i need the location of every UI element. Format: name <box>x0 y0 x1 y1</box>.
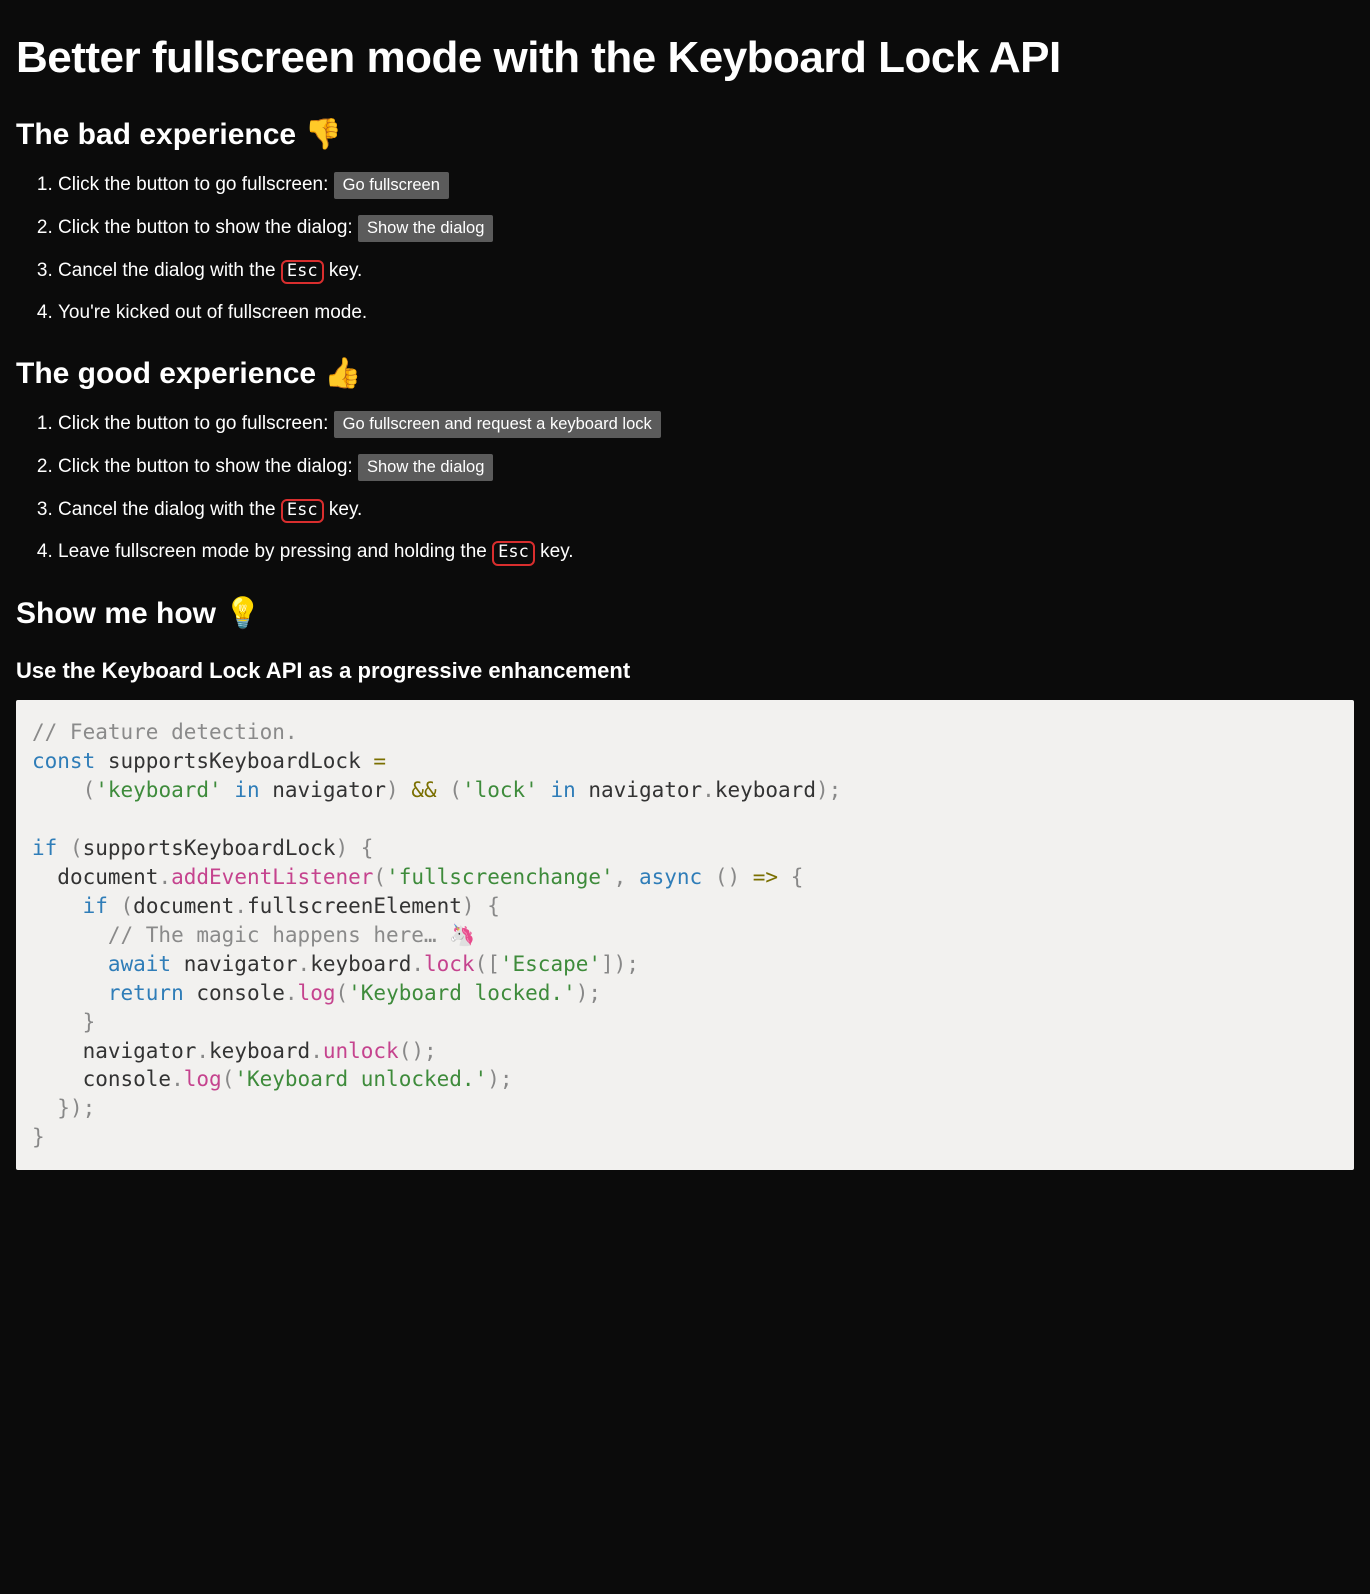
bad-experience-heading: The bad experience 👎 <box>16 115 1354 156</box>
bad-experience-steps: Click the button to go fullscreen: Go fu… <box>16 172 1354 326</box>
list-item: Click the button to go fullscreen: Go fu… <box>58 172 1354 199</box>
list-item: Click the button to go fullscreen: Go fu… <box>58 411 1354 438</box>
step-text: key. <box>324 499 363 520</box>
go-fullscreen-button[interactable]: Go fullscreen <box>334 172 449 199</box>
code-sample: // Feature detection. const supportsKeyb… <box>16 700 1354 1171</box>
list-item: You're kicked out of fullscreen mode. <box>58 300 1354 326</box>
show-dialog-button[interactable]: Show the dialog <box>358 215 493 242</box>
step-text: Click the button to go fullscreen: <box>58 174 334 195</box>
step-text: Click the button to show the dialog: <box>58 456 358 477</box>
show-me-how-heading: Show me how 💡 <box>16 594 1354 635</box>
page-title: Better fullscreen mode with the Keyboard… <box>16 28 1354 87</box>
progressive-enhancement-subheading: Use the Keyboard Lock API as a progressi… <box>16 656 1354 686</box>
list-item: Cancel the dialog with the Esc key. <box>58 497 1354 524</box>
go-fullscreen-lock-button[interactable]: Go fullscreen and request a keyboard loc… <box>334 411 661 438</box>
list-item: Leave fullscreen mode by pressing and ho… <box>58 539 1354 566</box>
step-text: Leave fullscreen mode by pressing and ho… <box>58 541 492 562</box>
step-text: Cancel the dialog with the <box>58 499 281 520</box>
good-experience-heading: The good experience 👍 <box>16 354 1354 395</box>
list-item: Click the button to show the dialog: Sho… <box>58 454 1354 481</box>
list-item: Cancel the dialog with the Esc key. <box>58 258 1354 285</box>
step-text: key. <box>324 260 363 281</box>
step-text: key. <box>535 541 574 562</box>
step-text: Click the button to show the dialog: <box>58 217 358 238</box>
good-experience-steps: Click the button to go fullscreen: Go fu… <box>16 411 1354 566</box>
step-text: Cancel the dialog with the <box>58 260 281 281</box>
show-dialog-button[interactable]: Show the dialog <box>358 454 493 481</box>
esc-key: Esc <box>492 541 535 566</box>
step-text: Click the button to go fullscreen: <box>58 413 334 434</box>
esc-key: Esc <box>281 499 324 524</box>
list-item: Click the button to show the dialog: Sho… <box>58 215 1354 242</box>
esc-key: Esc <box>281 260 324 285</box>
